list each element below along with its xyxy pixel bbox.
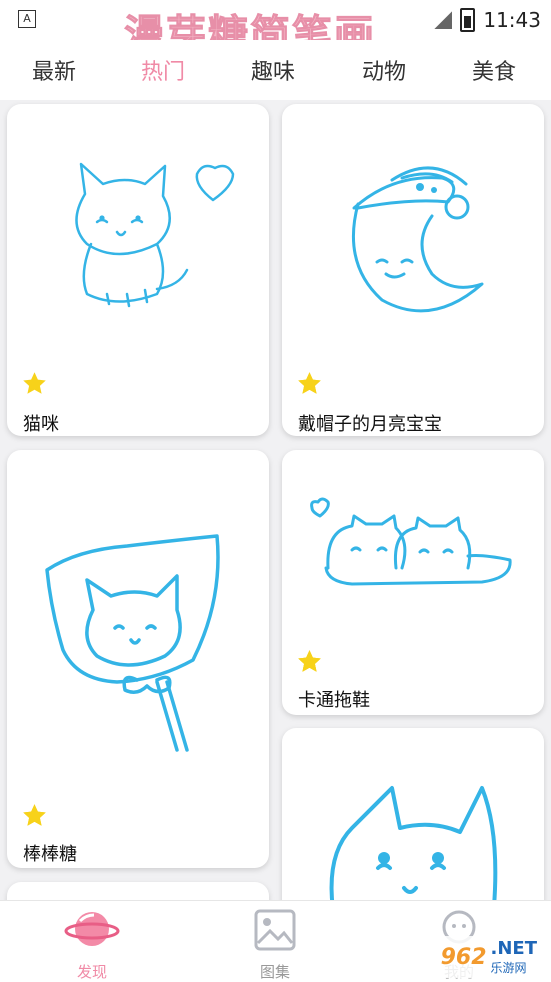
star-icon <box>298 372 321 394</box>
drawing-grid: 猫咪 戴帽子的月亮宝宝 棒棒糖 卡通拖鞋 <box>0 100 551 942</box>
watermark-sub: 乐游网 <box>490 961 527 975</box>
cat-slippers-drawing <box>310 497 512 586</box>
star-icon <box>298 650 321 672</box>
nav-gallery[interactable]: 图集 <box>220 907 330 982</box>
drawing-card-cat-face[interactable] <box>282 728 544 928</box>
cat-with-heart-drawing <box>75 162 235 308</box>
clock: 11:43 <box>483 8 541 32</box>
watermark-net: .NET <box>490 938 537 959</box>
star-icon <box>23 372 46 394</box>
moon-with-nightcap-drawing <box>351 166 484 313</box>
watermark-number: 962 <box>440 944 487 970</box>
cat-lollipop-drawing <box>45 534 220 752</box>
tab-food[interactable]: 美食 <box>472 54 516 86</box>
planet-icon <box>64 912 120 946</box>
star-icon <box>23 804 46 826</box>
nav-discover-label: 发现 <box>76 963 107 981</box>
site-watermark: 962 .NET 乐游网 <box>434 936 543 978</box>
nav-discover[interactable]: 发现 <box>37 907 147 982</box>
card-title: 卡通拖鞋 <box>298 690 370 711</box>
battery-icon <box>460 8 476 32</box>
image-icon <box>254 909 296 951</box>
notification-a-icon: A <box>18 10 36 28</box>
nav-gallery-label: 图集 <box>259 963 290 981</box>
cat-face-drawing <box>329 786 498 928</box>
drawing-card-moon[interactable]: 戴帽子的月亮宝宝 <box>282 104 544 436</box>
tab-animals[interactable]: 动物 <box>362 54 406 86</box>
card-title: 戴帽子的月亮宝宝 <box>298 414 442 435</box>
card-title: 猫咪 <box>23 414 59 435</box>
tab-fun[interactable]: 趣味 <box>251 54 295 86</box>
card-title: 棒棒糖 <box>23 844 77 865</box>
status-bar: A 漫芽糖简笔画 11:43 <box>0 0 551 59</box>
drawing-card-lollipop[interactable]: 棒棒糖 <box>7 450 269 868</box>
drawing-card-cat[interactable]: 猫咪 <box>7 104 269 436</box>
tab-latest[interactable]: 最新 <box>32 54 76 86</box>
status-right: 11:43 <box>434 8 541 32</box>
tab-hot[interactable]: 热门 <box>141 54 185 86</box>
category-tabs: 最新 热门 趣味 动物 美食 <box>0 40 551 100</box>
no-sim-icon <box>434 11 453 29</box>
bottom-navigation: 发现 图集 我的 962 .NET 乐游网 <box>0 900 551 982</box>
drawing-card-slippers[interactable]: 卡通拖鞋 <box>282 450 544 715</box>
